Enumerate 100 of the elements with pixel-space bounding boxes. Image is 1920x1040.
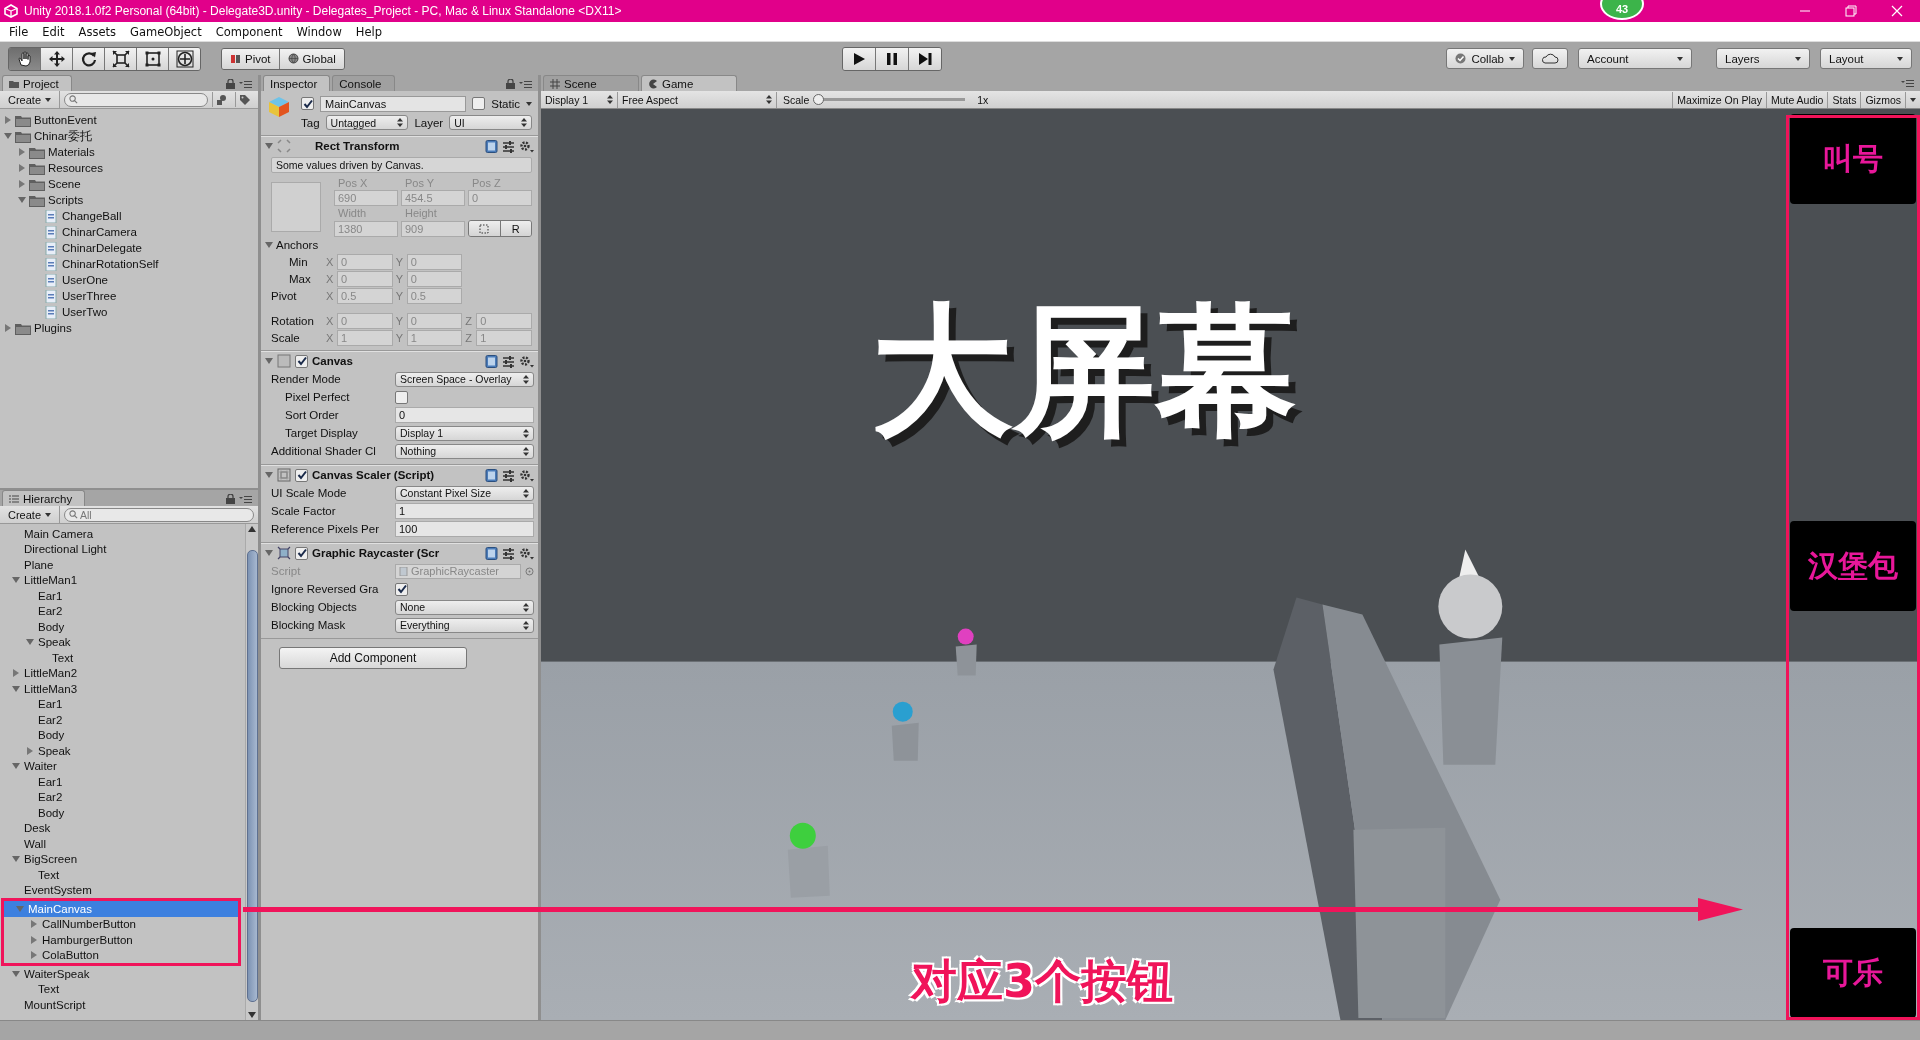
panel-tab[interactable]: Scene	[543, 75, 639, 91]
hierarchy-item[interactable]: CallNumberButton	[4, 916, 238, 932]
hierarchy-item[interactable]: WaiterSpeak	[0, 966, 245, 982]
project-item[interactable]: Materials	[0, 144, 258, 160]
disclosure-triangle-icon[interactable]	[265, 142, 273, 150]
global-button[interactable]: Global	[279, 48, 344, 69]
checkbox[interactable]	[395, 582, 408, 596]
disclosure-triangle-icon[interactable]	[4, 116, 12, 124]
disclosure-triangle-icon[interactable]	[30, 951, 38, 960]
hierarchy-item[interactable]: Main Camera	[0, 526, 245, 542]
lock-icon[interactable]	[506, 79, 515, 89]
project-item[interactable]: ChinarRotationSelf	[0, 256, 258, 272]
scroll-down-arrow-icon[interactable]	[248, 1012, 256, 1018]
menu-icon[interactable]	[1901, 79, 1914, 87]
project-item[interactable]: Scene	[0, 176, 258, 192]
create-dropdown[interactable]: Create	[0, 506, 61, 523]
hierarchy-item[interactable]: LittleMan3	[0, 681, 245, 697]
disclosure-triangle-icon[interactable]	[12, 669, 20, 678]
toggle-button[interactable]: Stats	[1827, 91, 1861, 108]
lock-icon[interactable]	[226, 79, 235, 89]
hierarchy-item[interactable]: Waiter	[0, 758, 245, 774]
menu-item[interactable]: Edit	[35, 24, 72, 39]
hierarchy-item[interactable]: Ear1	[0, 588, 245, 604]
disclosure-triangle-icon[interactable]	[265, 549, 273, 557]
hierarchy-item[interactable]: ColaButton	[4, 947, 238, 963]
gear-icon[interactable]	[519, 546, 534, 560]
tool-button[interactable]	[137, 47, 169, 70]
gear-icon[interactable]	[519, 354, 534, 368]
hierarchy-item[interactable]: Text	[0, 981, 245, 997]
collab-button[interactable]: Collab	[1446, 48, 1524, 69]
input-field[interactable]: 100	[395, 521, 534, 537]
enabled-checkbox[interactable]	[295, 468, 308, 482]
hierarchy-item[interactable]: Ear1	[0, 774, 245, 790]
layers-dropdown[interactable]: Layers	[1716, 48, 1810, 69]
hierarchy-item[interactable]: MainCanvas	[4, 901, 238, 917]
toggle-button[interactable]: Mute Audio	[1765, 91, 1828, 108]
checkbox[interactable]	[395, 390, 408, 404]
disclosure-triangle-icon[interactable]	[26, 746, 34, 755]
menu-icon[interactable]	[519, 80, 532, 88]
disclosure-triangle-icon[interactable]	[265, 471, 273, 479]
hierarchy-item[interactable]: BigScreen	[0, 851, 245, 867]
layout-dropdown[interactable]: Layout	[1820, 48, 1912, 69]
tool-button[interactable]	[41, 47, 73, 70]
gear-icon[interactable]	[519, 468, 534, 482]
disclosure-triangle-icon[interactable]	[4, 324, 12, 332]
project-item[interactable]: UserOne	[0, 272, 258, 288]
dropdown[interactable]: Screen Space - Overlay	[395, 371, 534, 387]
scale-slider[interactable]	[815, 94, 966, 105]
project-item[interactable]: Plugins	[0, 320, 258, 336]
pivot-button[interactable]: Pivot	[222, 48, 280, 69]
disclosure-triangle-icon[interactable]	[12, 855, 20, 864]
hierarchy-item[interactable]: Ear2	[0, 712, 245, 728]
disclosure-triangle-icon[interactable]	[30, 920, 38, 929]
disclosure-triangle-icon[interactable]	[265, 357, 273, 365]
menu-item[interactable]: File	[2, 24, 36, 39]
hierarchy-item[interactable]: Body	[0, 805, 245, 821]
hierarchy-item[interactable]: Body	[0, 619, 245, 635]
step-button[interactable]	[908, 47, 941, 70]
project-item[interactable]: ButtonEvent	[0, 112, 258, 128]
hierarchy-item[interactable]: Wall	[0, 836, 245, 852]
cloud-button[interactable]	[1532, 48, 1568, 69]
disclosure-triangle-icon[interactable]	[18, 196, 26, 204]
menu-item[interactable]: Help	[348, 24, 389, 39]
dropdown[interactable]: Nothing	[395, 443, 534, 459]
hierarchy-item[interactable]: Text	[0, 650, 245, 666]
raw-edit-button[interactable]: R	[499, 221, 531, 236]
sliders-icon[interactable]	[502, 354, 515, 368]
project-item[interactable]: UserTwo	[0, 304, 258, 320]
gear-icon[interactable]	[519, 139, 534, 153]
display-dropdown[interactable]: Display 1	[541, 91, 618, 108]
hierarchy-item[interactable]: Desk	[0, 820, 245, 836]
menu-icon[interactable]	[239, 495, 252, 503]
input-field[interactable]: 0	[395, 407, 534, 423]
sliders-icon[interactable]	[502, 546, 515, 560]
blueprint-mode-button[interactable]	[469, 221, 500, 236]
dropdown[interactable]: Everything	[395, 617, 534, 633]
target-icon[interactable]	[525, 566, 534, 576]
game-ui-button[interactable]: 汉堡包	[1790, 521, 1916, 611]
project-item[interactable]: UserThree	[0, 288, 258, 304]
panel-tab[interactable]: Console	[332, 75, 395, 91]
scroll-up-arrow-icon[interactable]	[248, 526, 256, 532]
lock-icon[interactable]	[226, 494, 235, 504]
menu-item[interactable]: GameObject	[122, 24, 209, 39]
panel-tab[interactable]: Game	[641, 75, 737, 91]
tool-button[interactable]	[73, 47, 105, 70]
static-checkbox[interactable]	[472, 97, 486, 110]
disclosure-triangle-icon[interactable]	[265, 241, 273, 249]
sliders-icon[interactable]	[502, 139, 515, 153]
hierarchy-item[interactable]: Speak	[0, 743, 245, 759]
hierarchy-item[interactable]: Text	[0, 867, 245, 883]
disclosure-triangle-icon[interactable]	[4, 132, 12, 140]
tool-button[interactable]	[9, 47, 41, 70]
slider-thumb[interactable]	[813, 94, 825, 105]
foldout-label[interactable]: Anchors	[276, 239, 319, 251]
project-item[interactable]: ChangeBall	[0, 208, 258, 224]
hierarchy-item[interactable]: Ear2	[0, 603, 245, 619]
hierarchy-item[interactable]: Plane	[0, 557, 245, 573]
hierarchy-item[interactable]: Ear1	[0, 696, 245, 712]
tag-dropdown[interactable]: Untagged	[325, 115, 409, 130]
disclosure-triangle-icon[interactable]	[18, 164, 26, 172]
